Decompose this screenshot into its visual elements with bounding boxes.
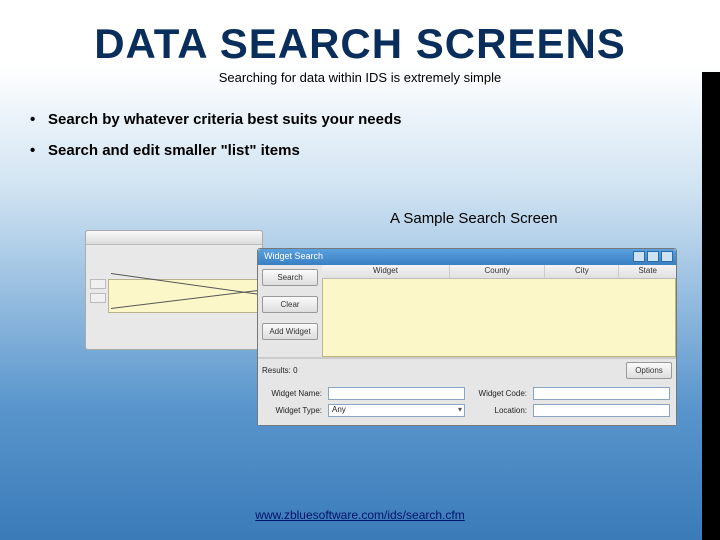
search-window-titlebar: Widget Search [258, 249, 676, 265]
widget-code-label: Widget Code: [471, 389, 527, 398]
widget-type-label: Widget Type: [264, 406, 322, 415]
search-form: Widget Name: Widget Code: Widget Type: A… [258, 382, 676, 425]
results-grid[interactable] [322, 279, 676, 357]
results-label: Results: 0 [262, 366, 298, 375]
search-right-panel: Widget County City State [322, 265, 676, 357]
column-headers: Widget County City State [322, 265, 676, 279]
search-window-title: Widget Search [264, 251, 323, 261]
search-button[interactable]: Search [262, 269, 318, 286]
bg-side-button [90, 279, 106, 289]
search-window: Widget Search Search Clear Add Widget Wi… [257, 248, 677, 426]
minimize-icon[interactable] [633, 251, 645, 262]
close-icon[interactable] [661, 251, 673, 262]
bullet-item: Search and edit smaller "list" items [30, 142, 720, 159]
footer-link-container: www.zbluesoftware.com/ids/search.cfm [0, 508, 720, 522]
widget-name-input[interactable] [328, 387, 465, 400]
widget-type-value: Any [329, 405, 346, 414]
widget-code-input[interactable] [533, 387, 670, 400]
slide-subtitle: Searching for data within IDS is extreme… [0, 70, 720, 85]
bg-side-button [90, 293, 106, 303]
background-titlebar [86, 231, 262, 245]
widget-name-label: Widget Name: [264, 389, 322, 398]
location-input[interactable] [533, 404, 670, 417]
col-city[interactable]: City [545, 265, 619, 278]
maximize-icon[interactable] [647, 251, 659, 262]
results-label-text: Results: [262, 366, 291, 375]
slide-title: DATA SEARCH SCREENS [0, 0, 720, 68]
options-button[interactable]: Options [626, 362, 672, 379]
location-label: Location: [471, 406, 527, 415]
col-county[interactable]: County [450, 265, 546, 278]
col-state[interactable]: State [619, 265, 676, 278]
screenshot-area: A Sample Search Screen Widget Search Sea… [85, 210, 685, 490]
results-bar: Results: 0 Options [258, 358, 676, 382]
sample-caption: A Sample Search Screen [390, 210, 558, 227]
bullet-item: Search by whatever criteria best suits y… [30, 111, 720, 128]
col-widget[interactable]: Widget [322, 265, 450, 278]
search-left-panel: Search Clear Add Widget [258, 265, 322, 357]
results-count: 0 [293, 366, 297, 375]
bullet-list: Search by whatever criteria best suits y… [30, 111, 720, 159]
add-widget-button[interactable]: Add Widget [262, 323, 318, 340]
footer-link[interactable]: www.zbluesoftware.com/ids/search.cfm [255, 508, 464, 522]
clear-button[interactable]: Clear [262, 296, 318, 313]
widget-type-select[interactable]: Any [328, 404, 465, 417]
